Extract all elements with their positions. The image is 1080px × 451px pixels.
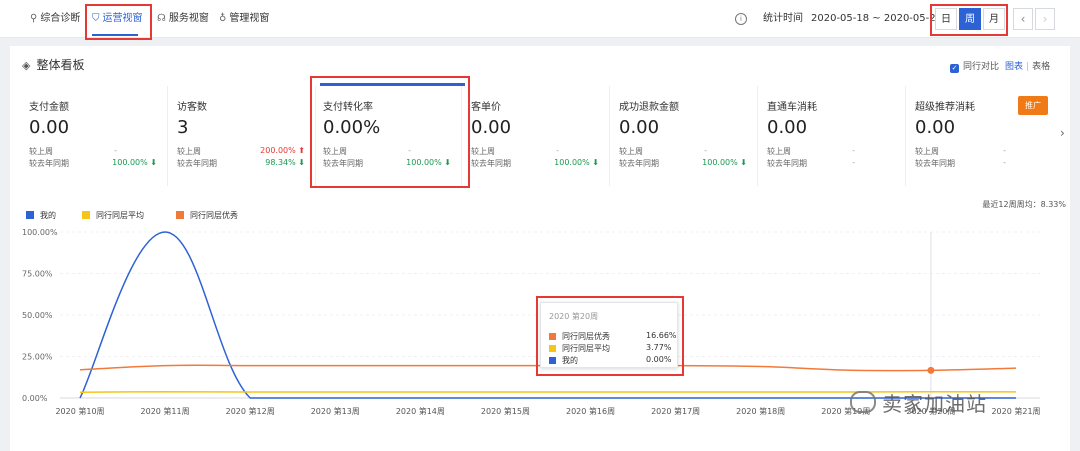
period-month-button[interactable]: 月: [983, 8, 1005, 30]
period-week-button[interactable]: 周: [959, 8, 981, 30]
tooltip-row: 我的 0.00%: [549, 355, 672, 366]
x-tick-label: 2020 第11周: [141, 406, 190, 416]
info-icon[interactable]: i: [735, 13, 747, 25]
bulb-icon: ♁: [219, 13, 227, 24]
period-day-button[interactable]: 日: [935, 8, 957, 30]
x-tick-label: 2020 第15周: [481, 406, 530, 416]
headset-icon: ☊: [157, 13, 166, 24]
tooltip-row-value: 16.66%: [646, 331, 677, 340]
tab-management[interactable]: ♁ 管理视窗: [219, 0, 269, 38]
tab-label: 综合诊断: [40, 13, 81, 24]
chevron-right-icon: ›: [1042, 12, 1048, 26]
tooltip-swatch: [549, 357, 556, 364]
stat-time-label: 统计时间: [763, 13, 803, 24]
tooltip-row: 同行同层优秀 16.66%: [549, 331, 677, 342]
location-pin-icon: ⚲: [30, 13, 38, 24]
shield-icon: ⛉: [92, 13, 100, 24]
chart-tooltip: 2020 第20周 同行同层优秀 16.66% 同行同层平均 3.77% 我的 0.0…: [540, 302, 678, 368]
tooltip-row-value: 3.77%: [646, 343, 672, 352]
x-tick-label: 2020 第21周: [991, 406, 1040, 416]
tooltip-row-value: 0.00%: [646, 355, 672, 364]
tab-service[interactable]: ☊ 服务视窗: [157, 0, 209, 38]
watermark: 卖家加油站: [850, 388, 987, 417]
y-tick-label: 0.00%: [22, 394, 48, 403]
tab-operations[interactable]: ⛉ 运营视窗: [92, 0, 143, 38]
tooltip-swatch: [549, 333, 556, 340]
tooltip-swatch: [549, 345, 556, 352]
next-period-button[interactable]: ›: [1035, 8, 1055, 30]
x-tick-label: 2020 第18周: [736, 406, 785, 416]
x-tick-label: 2020 第16周: [566, 406, 615, 416]
x-tick-label: 2020 第12周: [226, 406, 275, 416]
x-tick-label: 2020 第10周: [55, 406, 104, 416]
tooltip-row-name: 我的: [562, 356, 578, 365]
tooltip-title: 2020 第20周: [549, 312, 599, 321]
prev-period-button[interactable]: ‹: [1013, 8, 1033, 30]
x-tick-label: 2020 第14周: [396, 406, 445, 416]
tooltip-row-name: 同行同层优秀: [562, 332, 610, 341]
x-tick-label: 2020 第17周: [651, 406, 700, 416]
tab-diagnosis[interactable]: ⚲ 综合诊断: [30, 0, 80, 38]
y-tick-label: 50.00%: [22, 311, 53, 320]
top-nav: ⚲ 综合诊断 ⛉ 运营视窗 ☊ 服务视窗 ♁ 管理视窗 i 统计时间 2020-05-1…: [0, 0, 1080, 38]
tooltip-row-name: 同行同层平均: [562, 344, 610, 353]
y-tick-label: 100.00%: [22, 228, 58, 237]
stat-time-range: 2020-05-18 ~ 2020-05-24: [811, 13, 942, 24]
app-root: ⚲ 综合诊断 ⛉ 运营视窗 ☊ 服务视窗 ♁ 管理视窗 i 统计时间 2020-05-1…: [0, 0, 1080, 451]
tab-label: 服务视窗: [168, 13, 209, 24]
watermark-text: 卖家加油站: [882, 392, 987, 416]
tab-label: 管理视窗: [229, 13, 270, 24]
active-tab-indicator: [92, 34, 138, 36]
y-tick-label: 25.00%: [22, 353, 53, 362]
chevron-left-icon: ‹: [1020, 12, 1026, 26]
y-tick-label: 75.00%: [22, 270, 53, 279]
wechat-icon: [850, 391, 876, 413]
chart-y-axis: 0.00% 25.00% 50.00% 75.00% 100.00%: [22, 228, 58, 403]
tooltip-row: 同行同层平均 3.77%: [549, 343, 672, 354]
tab-label: 运营视窗: [102, 13, 143, 24]
highlight-point: [927, 366, 935, 374]
x-tick-label: 2020 第13周: [311, 406, 360, 416]
